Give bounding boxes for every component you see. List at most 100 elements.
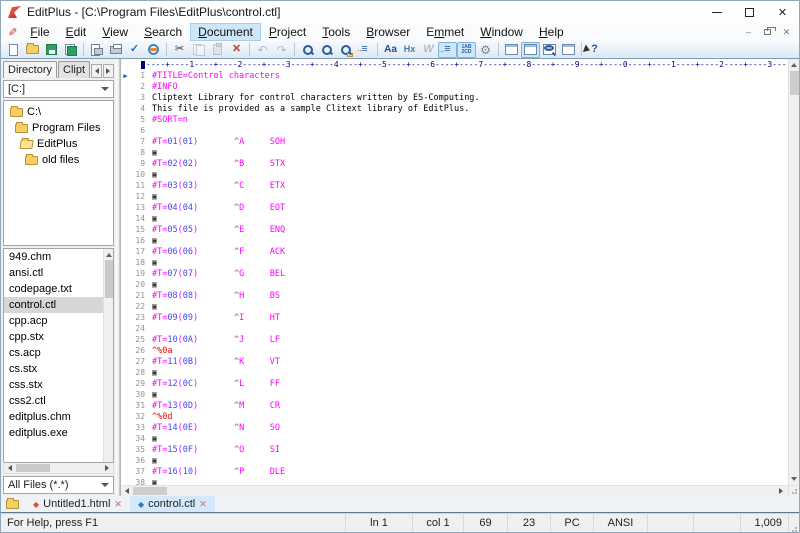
- change-case-button[interactable]: Aa: [381, 42, 400, 58]
- menu-emmet[interactable]: Emmet: [418, 23, 472, 41]
- fullscreen-button[interactable]: [502, 42, 521, 58]
- file-item-control-ctl[interactable]: control.ctl: [4, 297, 113, 313]
- editor-text-area[interactable]: ▶1#TITLE=Control characters2#INFO3Clipte…: [121, 70, 788, 485]
- file-item-cpp-acp[interactable]: cpp.acp: [4, 313, 113, 329]
- editor-line[interactable]: 37#T=16(10) ^P DLE: [121, 466, 788, 477]
- file-item-css-stx[interactable]: css.stx: [4, 377, 113, 393]
- hex-viewer-button[interactable]: Hx: [400, 42, 419, 58]
- output-window-button[interactable]: [540, 42, 559, 58]
- editor-line[interactable]: 8▣: [121, 147, 788, 158]
- editor-line[interactable]: 34▣: [121, 433, 788, 444]
- cut-button[interactable]: ✂: [170, 42, 189, 58]
- mdi-close-button[interactable]: ✕: [779, 26, 794, 39]
- file-item-949-chm[interactable]: 949.chm: [4, 249, 113, 265]
- menu-tools[interactable]: Tools: [314, 23, 358, 41]
- editor-line[interactable]: 5#SORT=n: [121, 114, 788, 125]
- editor-line[interactable]: 9#T=02(02) ^B STX: [121, 158, 788, 169]
- editor-line[interactable]: 23#T=09(09) ^I HT: [121, 312, 788, 323]
- editor-line[interactable]: 24: [121, 323, 788, 334]
- menu-project[interactable]: Project: [261, 23, 314, 41]
- new-document-button[interactable]: [4, 42, 23, 58]
- find-in-files-button[interactable]: [336, 42, 355, 58]
- editor-line[interactable]: 22▣: [121, 301, 788, 312]
- scrollbar-thumb[interactable]: [105, 260, 113, 298]
- tree-item-editplus[interactable]: EditPlus: [4, 136, 113, 152]
- tab-cliptext[interactable]: Clipt: [58, 61, 90, 78]
- menu-search[interactable]: Search: [136, 23, 190, 41]
- browser-window-button[interactable]: [559, 42, 578, 58]
- editor-line[interactable]: 2#INFO: [121, 81, 788, 92]
- print-preview-button[interactable]: [87, 42, 106, 58]
- menu-file[interactable]: File: [22, 23, 57, 41]
- find-button[interactable]: [298, 42, 317, 58]
- save-button[interactable]: [42, 42, 61, 58]
- tree-item-c[interactable]: C:\: [4, 104, 113, 120]
- editor-line[interactable]: 17#T=06(06) ^F ACK: [121, 246, 788, 257]
- file-item-codepage-txt[interactable]: codepage.txt: [4, 281, 113, 297]
- editor-vscrollbar[interactable]: [788, 59, 799, 496]
- editor-line[interactable]: 28▣: [121, 367, 788, 378]
- editor-line[interactable]: 12▣: [121, 191, 788, 202]
- editor-line[interactable]: 14▣: [121, 213, 788, 224]
- file-item-editplus-chm[interactable]: editplus.chm: [4, 409, 113, 425]
- file-item-css2-ctl[interactable]: css2.ctl: [4, 393, 113, 409]
- scrollbar-thumb[interactable]: [133, 487, 167, 495]
- open-file-button[interactable]: [23, 42, 42, 58]
- directory-window-button[interactable]: [521, 42, 540, 58]
- file-item-ansi-ctl[interactable]: ansi.ctl: [4, 265, 113, 281]
- editor-line[interactable]: 4This file is provided as a sample Clite…: [121, 103, 788, 114]
- file-filter-select[interactable]: All Files (*.*): [3, 476, 114, 494]
- replace-button[interactable]: [317, 42, 336, 58]
- menu-document[interactable]: Document: [190, 23, 261, 41]
- close-button[interactable]: ✕: [766, 1, 799, 23]
- mdi-restore-button[interactable]: [760, 26, 775, 39]
- file-list-vscrollbar[interactable]: [103, 249, 113, 462]
- editor-line[interactable]: 36▣: [121, 455, 788, 466]
- editor-line[interactable]: 3Cliptext Library for control characters…: [121, 92, 788, 103]
- maximize-button[interactable]: [733, 1, 766, 23]
- editor-line[interactable]: 18▣: [121, 257, 788, 268]
- menu-window[interactable]: Window: [472, 23, 531, 41]
- resize-grip[interactable]: [789, 514, 799, 532]
- tab-directory[interactable]: Directory: [3, 61, 57, 78]
- editor-line[interactable]: 6: [121, 125, 788, 136]
- file-item-cpp-stx[interactable]: cpp.stx: [4, 329, 113, 345]
- editor-line[interactable]: 7#T=01(01) ^A SOH: [121, 136, 788, 147]
- editor-line[interactable]: 25#T=10(0A) ^J LF: [121, 334, 788, 345]
- editor-line[interactable]: 21#T=08(08) ^H BS: [121, 290, 788, 301]
- menu-help[interactable]: Help: [531, 23, 572, 41]
- editor-line[interactable]: 26^%0a: [121, 345, 788, 356]
- file-list-hscrollbar[interactable]: [3, 462, 114, 474]
- tab-scroll-left-button[interactable]: [91, 64, 102, 78]
- editor-line[interactable]: 15#T=05(05) ^E ENQ: [121, 224, 788, 235]
- view-in-browser-button[interactable]: [144, 42, 163, 58]
- editor-line[interactable]: 30▣: [121, 389, 788, 400]
- drive-select[interactable]: [C:]: [3, 80, 114, 98]
- file-item-editplus-exe[interactable]: editplus.exe: [4, 425, 113, 441]
- minimize-button[interactable]: [700, 1, 733, 23]
- scrollbar-thumb[interactable]: [790, 71, 799, 95]
- menu-view[interactable]: View: [94, 23, 136, 41]
- mdi-minimize-button[interactable]: –: [741, 26, 756, 39]
- spell-check-button[interactable]: ✓: [125, 42, 144, 58]
- doc-tab-untitled1-html[interactable]: ◆Untitled1.html✕: [25, 496, 130, 512]
- menu-edit[interactable]: Edit: [58, 23, 95, 41]
- scrollbar-thumb[interactable]: [16, 464, 50, 472]
- editor-line[interactable]: 35#T=15(0F) ^O SI: [121, 444, 788, 455]
- toggle-ruler-button[interactable]: ≡: [438, 42, 457, 58]
- preferences-button[interactable]: ⚙: [476, 42, 495, 58]
- editor-line[interactable]: 19#T=07(07) ^G BEL: [121, 268, 788, 279]
- editor-line[interactable]: 10▣: [121, 169, 788, 180]
- goto-line-button[interactable]: ≡: [355, 42, 374, 58]
- tree-item-program-files[interactable]: Program Files: [4, 120, 113, 136]
- editor-line[interactable]: 27#T=11(0B) ^K VT: [121, 356, 788, 367]
- editor-line[interactable]: 20▣: [121, 279, 788, 290]
- context-help-button[interactable]: ?: [585, 42, 604, 58]
- tree-item-old-files[interactable]: old files: [4, 152, 113, 168]
- editor-line[interactable]: 29#T=12(0C) ^L FF: [121, 378, 788, 389]
- editor-line[interactable]: 32^%0d: [121, 411, 788, 422]
- file-item-cs-acp[interactable]: cs.acp: [4, 345, 113, 361]
- line-numbers-button[interactable]: [457, 42, 476, 58]
- doc-tab-control-ctl[interactable]: ◆control.ctl✕: [130, 496, 215, 512]
- save-all-button[interactable]: [61, 42, 80, 58]
